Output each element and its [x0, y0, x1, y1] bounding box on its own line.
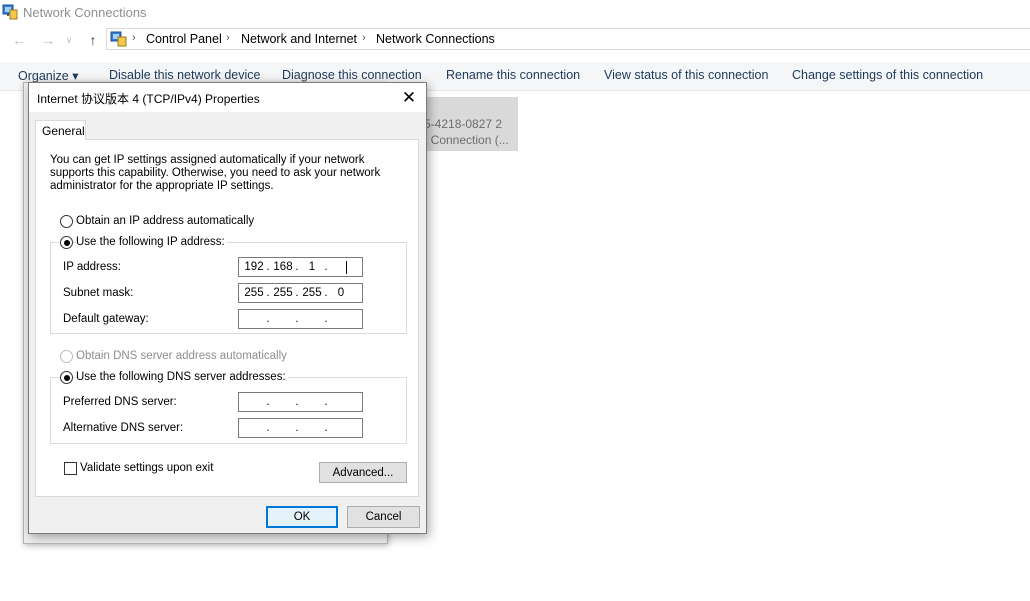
alternate-dns-label: Alternative DNS server:: [63, 422, 184, 434]
ipv4-properties-dialog: Internet 协议版本 4 (TCP/IPv4) Properties ✕ …: [28, 82, 427, 534]
close-icon: ✕: [401, 88, 417, 107]
navigation-bar: ← → ∨ ↑ › Control Panel › Network and In…: [0, 28, 1030, 52]
rename-connection-button[interactable]: Rename this connection: [446, 68, 580, 82]
disable-device-button[interactable]: Disable this network device: [109, 68, 260, 82]
control-panel-icon: [110, 31, 127, 47]
change-settings-button[interactable]: Change settings of this connection: [792, 68, 983, 82]
ip-manual-radio[interactable]: [60, 236, 73, 249]
validate-settings-checkbox[interactable]: [64, 462, 77, 475]
ip-auto-radio[interactable]: [60, 215, 73, 228]
default-gateway-field[interactable]: . . .: [238, 309, 363, 329]
ip-address-label: IP address:: [63, 261, 121, 273]
default-gateway-label: Default gateway:: [63, 313, 149, 325]
dns-manual-label[interactable]: Use the following DNS server addresses:: [76, 371, 288, 383]
validate-settings-label[interactable]: Validate settings upon exit: [80, 462, 213, 474]
arrow-up-icon: ↑: [89, 32, 97, 48]
network-connections-icon: [2, 4, 18, 20]
close-button[interactable]: ✕: [398, 87, 420, 109]
ok-button[interactable]: OK: [266, 506, 338, 528]
dns-manual-radio[interactable]: [60, 371, 73, 384]
ip-manual-label[interactable]: Use the following IP address:: [76, 236, 227, 248]
general-tab-panel: You can get IP settings assigned automat…: [35, 139, 419, 497]
text-cursor: [346, 261, 347, 274]
breadcrumb-control-panel[interactable]: Control Panel: [146, 32, 222, 46]
arrow-left-icon: ←: [12, 32, 26, 48]
dialog-titlebar: Internet 协议版本 4 (TCP/IPv4) Properties ✕: [29, 83, 426, 112]
preferred-dns-field[interactable]: . . .: [238, 392, 363, 412]
window-titlebar: Network Connections: [0, 0, 1030, 24]
address-bar[interactable]: › Control Panel › Network and Internet ›…: [106, 28, 1030, 50]
recent-locations-button[interactable]: ∨: [61, 28, 77, 52]
ip-auto-label[interactable]: Obtain an IP address automatically: [76, 215, 254, 227]
diagnose-connection-button[interactable]: Diagnose this connection: [282, 68, 422, 82]
chevron-right-icon: ›: [132, 32, 136, 44]
tab-general-label: General: [42, 124, 85, 138]
dns-auto-radio[interactable]: [60, 350, 73, 363]
connection-device-name: 5-4218-0827 2: [424, 117, 503, 131]
view-status-button[interactable]: View status of this connection: [604, 68, 768, 82]
window-title: Network Connections: [23, 5, 147, 20]
alternate-dns-field[interactable]: . . .: [238, 418, 363, 438]
chevron-down-icon: ∨: [65, 34, 73, 45]
arrow-right-icon: →: [41, 32, 55, 48]
subnet-mask-label: Subnet mask:: [63, 287, 134, 299]
cancel-button[interactable]: Cancel: [347, 506, 420, 528]
ip-address-field[interactable]: 192 . 168 . 1 .: [238, 257, 363, 277]
up-button[interactable]: ↑: [83, 28, 103, 52]
chevron-right-icon: ›: [226, 32, 230, 44]
forward-button[interactable]: →: [38, 28, 58, 52]
back-button[interactable]: ←: [9, 28, 29, 52]
connection-name: t Connection (...: [424, 133, 509, 147]
breadcrumb-network-and-internet[interactable]: Network and Internet: [241, 32, 357, 46]
preferred-dns-label: Preferred DNS server:: [63, 396, 177, 408]
dialog-title: Internet 协议版本 4 (TCP/IPv4) Properties: [37, 92, 260, 106]
tab-general[interactable]: General: [35, 120, 86, 140]
dns-auto-label[interactable]: Obtain DNS server address automatically: [76, 350, 287, 362]
advanced-button[interactable]: Advanced...: [319, 462, 407, 483]
dialog-description: You can get IP settings assigned automat…: [50, 154, 381, 192]
chevron-right-icon: ›: [362, 32, 366, 44]
breadcrumb-network-connections[interactable]: Network Connections: [376, 32, 495, 46]
organize-button[interactable]: Organize ▾: [18, 68, 78, 83]
subnet-mask-field[interactable]: 255 . 255 . 255 . 0: [238, 283, 363, 303]
